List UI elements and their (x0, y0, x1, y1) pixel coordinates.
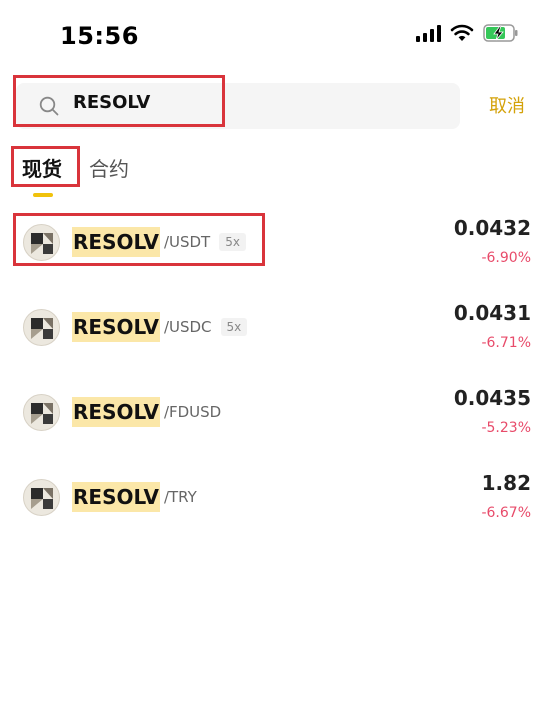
pair-name: RESOLV /FDUSD (72, 397, 221, 427)
market-tabs: 现货 合约 (0, 140, 553, 200)
resolv-logo-icon (23, 479, 60, 516)
active-tab-indicator (33, 193, 53, 197)
price-change: -6.67% (481, 505, 531, 521)
tab-contract[interactable]: 合约 (89, 153, 129, 182)
pair-name: RESOLV /USDT 5x (72, 227, 246, 257)
resolv-logo-icon (23, 224, 60, 261)
cancel-button[interactable]: 取消 (489, 92, 525, 118)
base-asset: RESOLV (72, 482, 160, 512)
wifi-icon (450, 24, 474, 41)
leverage-badge: 5x (220, 318, 248, 336)
list-item[interactable]: RESOLV /FDUSD 0.0435 -5.23% (0, 370, 553, 442)
last-price: 0.0431 (453, 301, 531, 325)
list-item[interactable]: RESOLV /TRY 1.82 -6.67% (0, 455, 553, 527)
resolv-logo-icon (23, 394, 60, 431)
status-icons (416, 24, 519, 42)
price-change: -6.71% (481, 335, 531, 351)
quote-asset: /TRY (163, 488, 197, 506)
base-asset: RESOLV (72, 397, 160, 427)
signal-icon (416, 24, 441, 42)
last-price: 1.82 (481, 471, 531, 495)
base-asset: RESOLV (72, 312, 160, 342)
battery-charging-icon (483, 24, 518, 42)
last-price: 0.0435 (453, 386, 531, 410)
list-item[interactable]: RESOLV /USDT 5x 0.0432 -6.90% (0, 200, 553, 272)
pair-name: RESOLV /USDC 5x (72, 312, 248, 342)
status-bar: 15:56 (0, 0, 553, 70)
tab-spot[interactable]: 现货 (22, 153, 62, 182)
price-change: -5.23% (481, 420, 531, 436)
last-price: 0.0432 (453, 216, 531, 240)
leverage-badge: 5x (219, 233, 246, 251)
base-asset: RESOLV (72, 227, 160, 257)
pair-name: RESOLV /TRY (72, 482, 197, 512)
search-input[interactable] (73, 92, 293, 113)
resolv-logo-icon (23, 309, 60, 346)
search-box[interactable] (16, 83, 460, 129)
quote-asset: /FDUSD (163, 403, 222, 421)
quote-asset: /USDT (163, 233, 211, 251)
status-time: 15:56 (60, 22, 139, 50)
quote-asset: /USDC (163, 318, 212, 336)
price-change: -6.90% (481, 250, 531, 266)
list-item[interactable]: RESOLV /USDC 5x 0.0431 -6.71% (0, 285, 553, 357)
search-row: 取消 (0, 70, 553, 136)
search-icon (39, 96, 59, 116)
